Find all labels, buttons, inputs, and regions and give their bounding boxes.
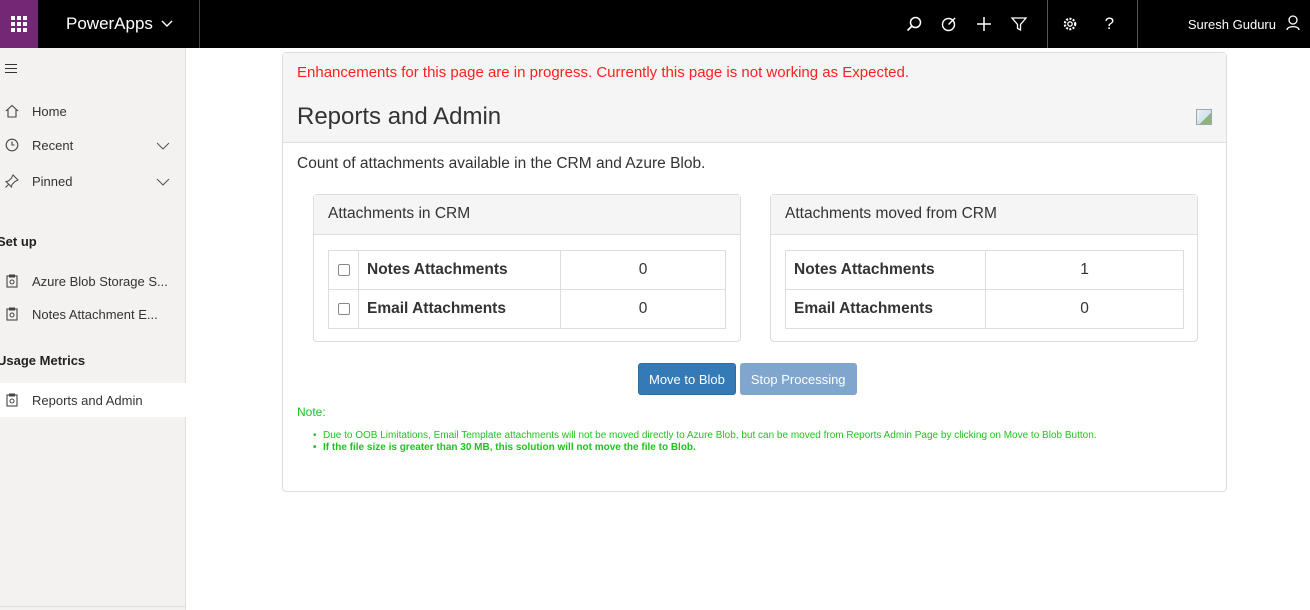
note-label: Note: <box>297 405 326 419</box>
sidebar-item-label: Reports and Admin <box>32 392 143 408</box>
waffle-icon <box>11 16 27 32</box>
row-value: 0 <box>985 289 1184 329</box>
home-icon <box>4 104 20 118</box>
row-label: Email Attachments <box>785 289 986 329</box>
table-row: Email Attachments 0 <box>328 289 726 329</box>
table-row: Notes Attachments 1 <box>785 250 1184 290</box>
reports-panel: Enhancements for this page are in progre… <box>282 52 1227 492</box>
sidebar-item-notes-attachment[interactable]: Notes Attachment E... <box>0 297 186 331</box>
list-item: Due to OOB Limitations, Email Template a… <box>313 430 1220 442</box>
broken-image-icon <box>1196 109 1212 125</box>
sidebar-item-label: Notes Attachment E... <box>32 306 158 322</box>
entity-icon <box>4 393 20 407</box>
clock-icon <box>4 138 20 152</box>
app-name: PowerApps <box>66 14 153 33</box>
sidebar-section-title: Set up <box>0 234 37 249</box>
entity-icon <box>4 274 20 288</box>
email-attachments-checkbox[interactable] <box>337 302 350 315</box>
sidebar-footer-divider <box>0 606 186 610</box>
sidebar-item-label: Pinned <box>32 173 73 189</box>
sidebar-item-label: Azure Blob Storage S... <box>32 273 168 289</box>
sidebar-item-azure-blob-storage[interactable]: Azure Blob Storage S... <box>0 264 186 298</box>
chevron-down-icon[interactable] <box>156 174 170 189</box>
move-to-blob-button[interactable]: Move to Blob <box>638 363 736 395</box>
table-row: Notes Attachments 0 <box>328 250 726 290</box>
row-label: Notes Attachments <box>358 250 561 290</box>
box-title: Attachments in CRM <box>314 195 740 235</box>
attachments-moved-box: Attachments moved from CRM Notes Attachm… <box>770 194 1198 342</box>
pin-icon <box>4 174 20 188</box>
sidebar-item-reports-and-admin[interactable]: Reports and Admin <box>0 383 186 417</box>
notes-list: Due to OOB Limitations, Email Template a… <box>313 430 1220 454</box>
filter-icon[interactable] <box>1002 0 1037 48</box>
search-icon[interactable] <box>897 0 932 48</box>
attachments-in-crm-box: Attachments in CRM Notes Attachments 0 E… <box>313 194 741 342</box>
row-value: 1 <box>985 250 1184 290</box>
user-menu[interactable]: Suresh Guduru <box>1138 0 1310 48</box>
sidebar-item-recent[interactable]: Recent <box>0 128 186 162</box>
app-launcher-button[interactable] <box>0 0 38 48</box>
warning-message: Enhancements for this page are in progre… <box>297 64 909 81</box>
stop-processing-button[interactable]: Stop Processing <box>739 363 857 395</box>
crm-attachments-table: Notes Attachments 0 Email Attachments 0 <box>328 250 726 329</box>
plus-icon[interactable] <box>967 0 1002 48</box>
row-value: 0 <box>560 250 726 290</box>
sidebar-section-title: Usage Metrics <box>0 353 86 368</box>
help-icon[interactable]: ? <box>1092 0 1127 48</box>
panel-header: Enhancements for this page are in progre… <box>283 53 1226 143</box>
person-icon <box>1286 14 1300 34</box>
sidebar-item-label: Home <box>32 103 67 119</box>
list-item: If the file size is greater than 30 MB, … <box>313 442 1220 454</box>
chevron-down-icon[interactable] <box>156 138 170 153</box>
hamburger-icon[interactable] <box>5 64 17 76</box>
sidebar-item-home[interactable]: Home <box>0 94 186 128</box>
moved-attachments-table: Notes Attachments 1 Email Attachments 0 <box>785 250 1184 329</box>
target-icon[interactable] <box>932 0 967 48</box>
user-name: Suresh Guduru <box>1187 16 1276 32</box>
sidebar-item-label: Recent <box>32 137 74 153</box>
row-label: Notes Attachments <box>785 250 986 290</box>
row-value: 0 <box>560 289 726 329</box>
page-title: Reports and Admin <box>297 103 502 130</box>
table-row: Email Attachments 0 <box>785 289 1184 329</box>
notes-attachments-checkbox[interactable] <box>337 263 350 276</box>
chevron-down-icon <box>161 17 173 31</box>
entity-icon <box>4 307 20 321</box>
top-bar: PowerApps ? Suresh Guduru <box>0 0 1310 48</box>
app-switcher[interactable]: PowerApps <box>38 0 200 48</box>
sidebar: Home Recent Pinned Set up Azure Blob Sto… <box>0 48 186 610</box>
sidebar-item-pinned[interactable]: Pinned <box>0 164 186 198</box>
box-title: Attachments moved from CRM <box>771 195 1197 235</box>
gear-icon[interactable] <box>1048 0 1092 48</box>
row-label: Email Attachments <box>358 289 561 329</box>
page-description: Count of attachments available in the CR… <box>297 155 706 172</box>
